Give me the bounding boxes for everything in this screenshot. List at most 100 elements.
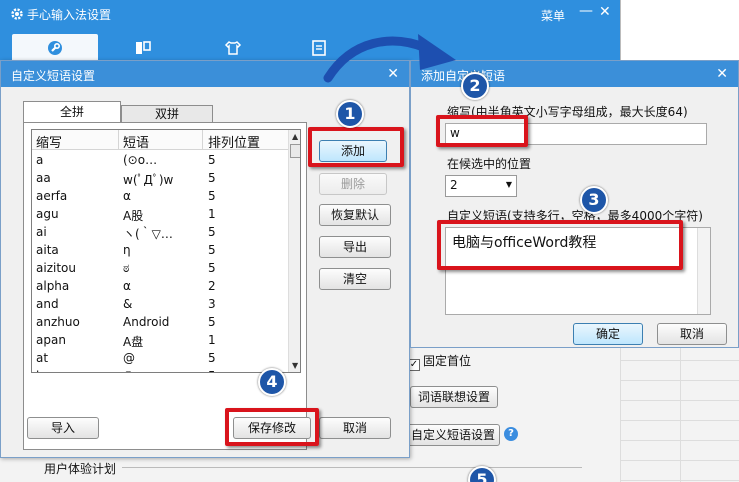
cancel-button[interactable]: 取消 — [319, 417, 391, 439]
dialog-title: 自定义短语设置 — [11, 69, 96, 83]
table-row[interactable]: a (⊙o… 5 — [32, 152, 288, 170]
settings-title-text: 手心输入法设置 — [27, 8, 112, 22]
clear-button[interactable]: 清空 — [319, 268, 391, 290]
table-row[interactable]: aita η 5 — [32, 242, 288, 260]
position-select[interactable]: 2 ▼ — [445, 175, 517, 197]
tab-appearance[interactable] — [100, 34, 186, 62]
cell-abbr: agu — [36, 207, 59, 221]
scrollbar[interactable] — [697, 228, 710, 314]
panel-icon — [136, 41, 151, 54]
cell-phrase: (⊙o… — [123, 153, 158, 167]
tab-panel: 缩写 短语 排列位置 a (⊙o… 5 aa w(ﾟДﾟ)w 5 aerfa α 5 agu A股 1… — [23, 122, 307, 450]
highlight-save-button — [225, 408, 319, 446]
cell-phrase: @ — [123, 351, 135, 365]
table-row[interactable]: ba ⑧ 5 — [32, 368, 288, 372]
minimize-button[interactable]: — — [579, 3, 593, 19]
table-row[interactable]: agu A股 1 — [32, 206, 288, 224]
ok-button[interactable]: 确定 — [573, 323, 643, 345]
cell-phrase: & — [123, 297, 133, 311]
shirt-icon — [224, 41, 242, 55]
column-divider — [202, 130, 203, 150]
tab-full-pinyin[interactable]: 全拼 — [23, 101, 121, 123]
cell-abbr: aerfa — [36, 189, 68, 203]
custom-phrase-settings-button[interactable]: 自定义短语设置 — [406, 424, 500, 446]
position-label: 在候选中的位置 — [447, 157, 532, 171]
table-row[interactable]: apan A盘 1 — [32, 332, 288, 350]
tab-skin[interactable] — [190, 34, 276, 62]
tab-basic[interactable] — [12, 34, 98, 62]
cell-phrase: A盘 — [123, 335, 144, 349]
cell-phrase: ヽ(｀▽… — [123, 227, 173, 241]
menu-button[interactable]: 菜单 — [541, 7, 565, 24]
cell-position: 2 — [208, 279, 216, 293]
phrase-list[interactable]: 缩写 短语 排列位置 a (⊙o… 5 aa w(ﾟДﾟ)w 5 aerfa α 5 agu A股 1… — [31, 129, 301, 373]
highlight-abbr-input — [436, 115, 528, 147]
highlight-phrase-input — [437, 220, 683, 270]
close-icon[interactable]: ✕ — [716, 66, 728, 82]
cell-position: 5 — [208, 315, 216, 329]
step-badge-2: 2 — [461, 72, 489, 100]
step-badge-3: 3 — [580, 186, 608, 214]
table-row[interactable]: and & 3 — [32, 296, 288, 314]
divider — [122, 467, 582, 468]
list-header: 缩写 短语 排列位置 — [32, 130, 288, 151]
column-header-abbr[interactable]: 缩写 — [36, 132, 62, 151]
fixed-first-checkbox[interactable]: ✓ 固定首位 — [408, 352, 471, 371]
step-badge-1: 1 — [336, 100, 364, 128]
cancel-button[interactable]: 取消 — [657, 323, 727, 345]
scroll-down-icon[interactable]: ▼ — [292, 361, 298, 370]
column-header-position[interactable]: 排列位置 — [208, 132, 260, 151]
cell-phrase: α — [123, 279, 131, 293]
export-button[interactable]: 导出 — [319, 236, 391, 258]
table-row[interactable]: aizitou ಠ 5 — [32, 260, 288, 278]
step-badge-4: 4 — [258, 368, 286, 396]
tab-double-pinyin[interactable]: 双拼 — [121, 105, 213, 123]
column-header-phrase[interactable]: 短语 — [123, 132, 149, 151]
table-row[interactable]: alpha α 2 — [32, 278, 288, 296]
cell-abbr: alpha — [36, 279, 70, 293]
fixed-first-label: 固定首位 — [423, 354, 472, 368]
word-assoc-settings-button[interactable]: 词语联想设置 — [410, 386, 498, 408]
ux-plan-label: 用户体验计划 — [44, 462, 117, 476]
add-phrase-dialog: 添加自定义短语 ✕ 缩写(由半角英文小写字母组成，最大长度64) w 在候选中的… — [410, 60, 739, 348]
cell-position: 1 — [208, 333, 216, 347]
cell-abbr: ba — [36, 369, 51, 372]
table-row[interactable]: anzhuo Android 5 — [32, 314, 288, 332]
scrollbar[interactable]: ▲ ▼ — [288, 130, 300, 372]
cell-position: 5 — [208, 225, 216, 239]
cell-abbr: apan — [36, 333, 66, 347]
gear-icon — [11, 8, 23, 20]
column-divider — [118, 130, 119, 150]
scroll-thumb[interactable] — [290, 144, 300, 158]
cell-abbr: aizitou — [36, 261, 76, 275]
restore-default-button[interactable]: 恢复默认 — [319, 204, 391, 226]
list-rows: a (⊙o… 5 aa w(ﾟДﾟ)w 5 aerfa α 5 agu A股 1 ai ヽ(｀▽… 5 ait… — [32, 152, 288, 372]
cell-position: 5 — [208, 351, 216, 365]
delete-button[interactable]: 删除 — [319, 173, 387, 195]
cell-phrase: ⑧ — [123, 369, 134, 372]
background-grid — [620, 340, 739, 482]
cell-phrase: ಠ — [123, 261, 130, 275]
settings-title: 手心输入法设置 — [10, 6, 111, 23]
cell-phrase: Android — [123, 315, 170, 329]
help-icon[interactable]: ? — [504, 427, 518, 441]
chevron-down-icon: ▼ — [505, 180, 512, 189]
wrench-icon — [48, 41, 62, 55]
cell-position: 3 — [208, 297, 216, 311]
table-row[interactable]: aa w(ﾟДﾟ)w 5 — [32, 170, 288, 188]
cell-phrase: η — [123, 243, 131, 257]
table-row[interactable]: ai ヽ(｀▽… 5 — [32, 224, 288, 242]
cell-abbr: anzhuo — [36, 315, 80, 329]
preview-area — [620, 0, 739, 60]
import-button[interactable]: 导入 — [27, 417, 99, 439]
table-row[interactable]: aerfa α 5 — [32, 188, 288, 206]
cell-abbr: aita — [36, 243, 59, 257]
cell-phrase: w(ﾟДﾟ)w — [123, 173, 174, 187]
close-button[interactable]: ✕ — [599, 4, 611, 20]
scroll-up-icon[interactable]: ▲ — [292, 132, 298, 141]
cell-position: 5 — [208, 369, 216, 372]
highlight-add-button — [308, 127, 404, 167]
arrow-annotation — [323, 34, 456, 83]
cell-position: 5 — [208, 171, 216, 185]
table-row[interactable]: at @5 — [32, 350, 288, 368]
